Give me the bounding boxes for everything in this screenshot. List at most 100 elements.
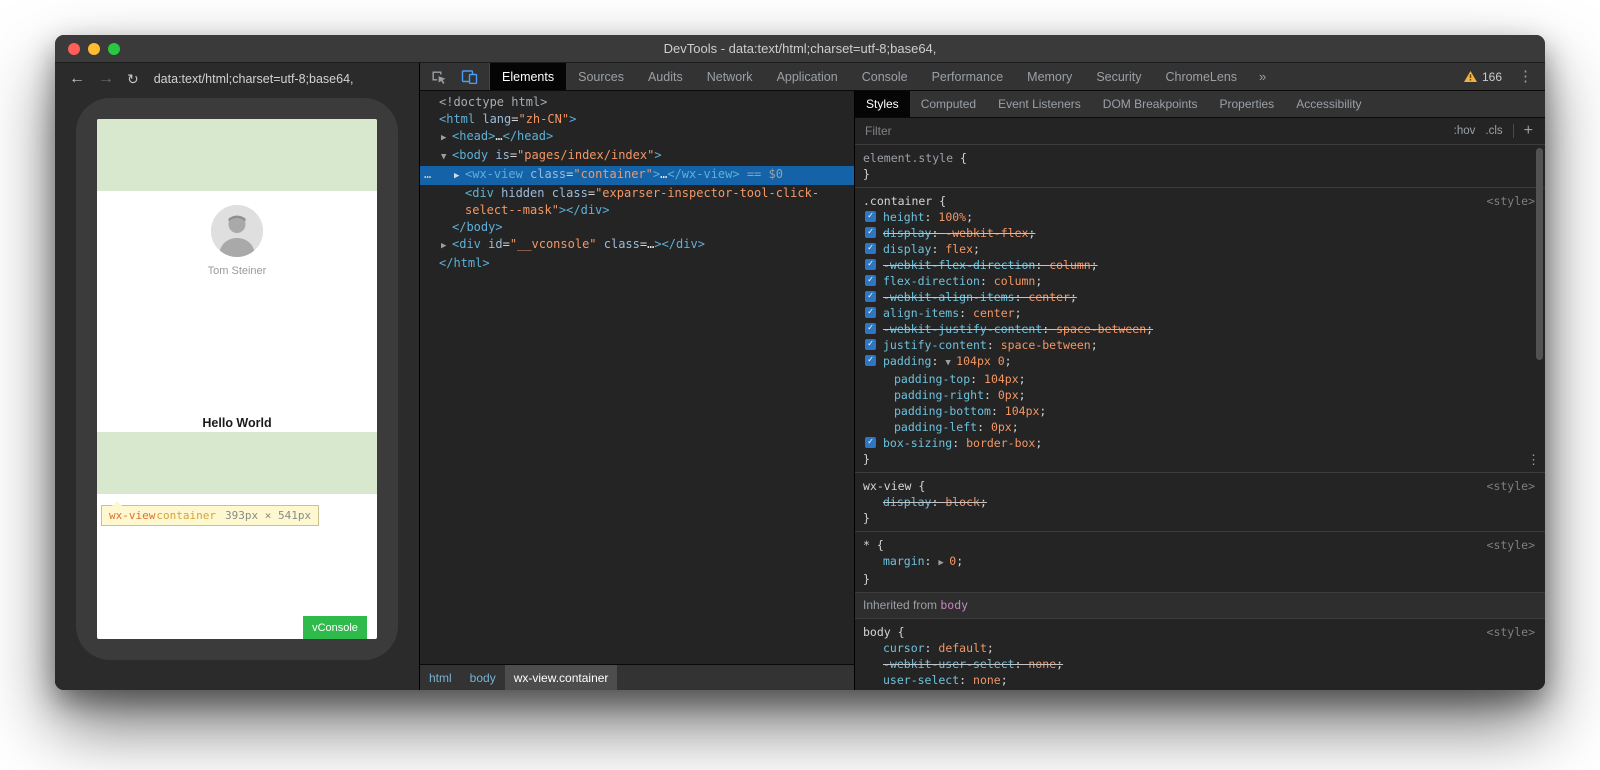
property-checkbox[interactable]: ✓ [865,243,876,254]
sidebar-tab-dom-breakpoints[interactable]: DOM Breakpoints [1092,91,1209,117]
new-style-rule-button[interactable]: + [1524,122,1533,140]
url-field[interactable]: data:text/html;charset=utf-8;base64, [154,72,354,86]
expanded-arrow-icon[interactable]: ▼ [441,149,452,166]
css-property[interactable]: ✓flex-direction: column; [863,273,1537,289]
sidebar-tab-styles[interactable]: Styles [855,91,910,117]
tab-chromelens[interactable]: ChromeLens [1153,63,1249,90]
css-property[interactable]: ✓-webkit-align-items: center; [863,289,1537,305]
styles-scrollbar[interactable] [1536,148,1543,360]
tab-security[interactable]: Security [1084,63,1153,90]
tab-performance[interactable]: Performance [920,63,1016,90]
dom-node-head[interactable]: ▶<head>…</head> [420,128,854,147]
css-selector[interactable]: * [863,538,870,552]
dom-node-doctype[interactable]: <!doctype html> [420,94,854,111]
tab-application[interactable]: Application [765,63,850,90]
inspect-element-icon[interactable] [427,65,452,88]
css-property[interactable]: margin: ▶ 0; [863,553,1537,571]
forward-icon[interactable]: → [98,71,114,87]
css-property[interactable]: padding-right: 0px; [863,387,1537,403]
device-toolbar-icon[interactable] [457,65,482,88]
css-property[interactable]: display: block; [863,494,1537,510]
tab-audits[interactable]: Audits [636,63,695,90]
css-property[interactable]: cursor: default; [863,640,1537,656]
sidebar-tab-properties[interactable]: Properties [1208,91,1285,117]
tab-network[interactable]: Network [695,63,765,90]
dom-node-body-close[interactable]: </body> [420,219,854,236]
property-checkbox[interactable]: ✓ [865,259,876,270]
property-checkbox[interactable]: ✓ [865,323,876,334]
kebab-menu-icon[interactable]: ⋮ [1518,69,1533,84]
titlebar[interactable]: DevTools - data:text/html;charset=utf-8;… [55,35,1545,63]
stylesheet-origin-link[interactable]: <style> [1487,624,1535,640]
expanded-arrow-icon[interactable]: ▼ [945,358,956,368]
warning-badge[interactable]: 166 [1464,70,1502,84]
css-property[interactable]: ✓-webkit-justify-content: space-between; [863,321,1537,337]
breadcrumb-html[interactable]: html [420,665,461,690]
css-property[interactable]: -webkit-touch-callout: none; [863,688,1537,690]
css-property[interactable]: ✓height: 100%; [863,209,1537,225]
reload-icon[interactable]: ↻ [127,72,139,86]
minimize-button[interactable] [88,43,100,55]
close-button[interactable] [68,43,80,55]
css-property[interactable]: -webkit-user-select: none; [863,656,1537,672]
collapsed-arrow-icon[interactable]: ▶ [938,558,949,568]
css-property[interactable]: user-select: none; [863,672,1537,688]
sidebar-tab-computed[interactable]: Computed [910,91,987,117]
dom-node-html-open[interactable]: <html lang="zh-CN"> [420,111,854,128]
property-checkbox[interactable]: ✓ [865,227,876,238]
css-property[interactable]: padding-top: 104px; [863,371,1537,387]
property-checkbox[interactable]: ✓ [865,275,876,286]
collapsed-arrow-icon[interactable]: ▶ [441,238,452,255]
css-selector[interactable]: wx-view [863,479,911,493]
more-tabs-icon[interactable]: » [1249,63,1276,90]
back-icon[interactable]: ← [69,71,85,87]
css-property[interactable]: ✓display: flex; [863,241,1537,257]
styles-filter-input[interactable] [865,124,1446,138]
tab-memory[interactable]: Memory [1015,63,1084,90]
property-checkbox[interactable]: ✓ [865,437,876,448]
stylesheet-origin-link[interactable]: <style> [1487,193,1535,209]
css-property[interactable]: padding-left: 0px; [863,419,1537,435]
css-property[interactable]: ✓box-sizing: border-box; [863,435,1537,451]
css-property[interactable]: ✓justify-content: space-between; [863,337,1537,353]
tab-sources[interactable]: Sources [566,63,636,90]
dom-node-html-close[interactable]: </html> [420,255,854,272]
device-screen[interactable]: Tom Steiner Hello World wx-view containe… [97,119,377,639]
dom-node-body-open[interactable]: ▼<body is="pages/index/index"> [420,147,854,166]
dom-node-mask-div-wrap[interactable]: select--mask"></div> [420,202,854,219]
css-property[interactable]: padding-bottom: 104px; [863,403,1537,419]
property-value: default [938,641,986,655]
vconsole-button[interactable]: vConsole [303,616,367,639]
property-checkbox[interactable]: ✓ [865,211,876,222]
css-selector[interactable]: element.style [863,151,953,165]
property-checkbox[interactable]: ✓ [865,291,876,302]
node-more-actions-icon[interactable]: … [424,166,431,183]
tab-elements[interactable]: Elements [490,63,566,90]
tab-console[interactable]: Console [850,63,920,90]
toggle-class-button[interactable]: .cls [1485,125,1502,137]
property-checkbox[interactable]: ✓ [865,355,876,366]
inherited-body-link[interactable]: body [940,598,968,612]
css-property[interactable]: ✓display: -webkit-flex; [863,225,1537,241]
sidebar-tab-event-listeners[interactable]: Event Listeners [987,91,1092,117]
dom-node-vconsole-div[interactable]: ▶<div id="__vconsole" class=…></div> [420,236,854,255]
collapsed-arrow-icon[interactable]: ▶ [454,168,465,185]
collapsed-arrow-icon[interactable]: ▶ [441,130,452,147]
stylesheet-origin-link[interactable]: <style> [1487,478,1535,494]
zoom-button[interactable] [108,43,120,55]
property-checkbox[interactable]: ✓ [865,339,876,350]
css-property[interactable]: ✓align-items: center; [863,305,1537,321]
css-selector[interactable]: body [863,625,891,639]
stylesheet-origin-link[interactable]: <style> [1487,537,1535,553]
breadcrumb-wx-view-container[interactable]: wx-view.container [505,665,618,690]
rule-overflow-menu-icon[interactable]: ⋮ [1527,453,1540,469]
css-selector[interactable]: .container [863,194,932,208]
css-property[interactable]: ✓-webkit-flex-direction: column; [863,257,1537,273]
css-property[interactable]: ✓padding: ▼ 104px 0; [863,353,1537,371]
dom-node-wx-view[interactable]: …▶<wx-view class="container">…</wx-view>… [420,166,854,185]
property-checkbox[interactable]: ✓ [865,307,876,318]
toggle-hover-state-button[interactable]: :hov [1454,125,1476,137]
dom-node-mask-div[interactable]: <div hidden class="exparser-inspector-to… [420,185,854,202]
breadcrumb-body[interactable]: body [461,665,505,690]
sidebar-tab-accessibility[interactable]: Accessibility [1285,91,1372,117]
